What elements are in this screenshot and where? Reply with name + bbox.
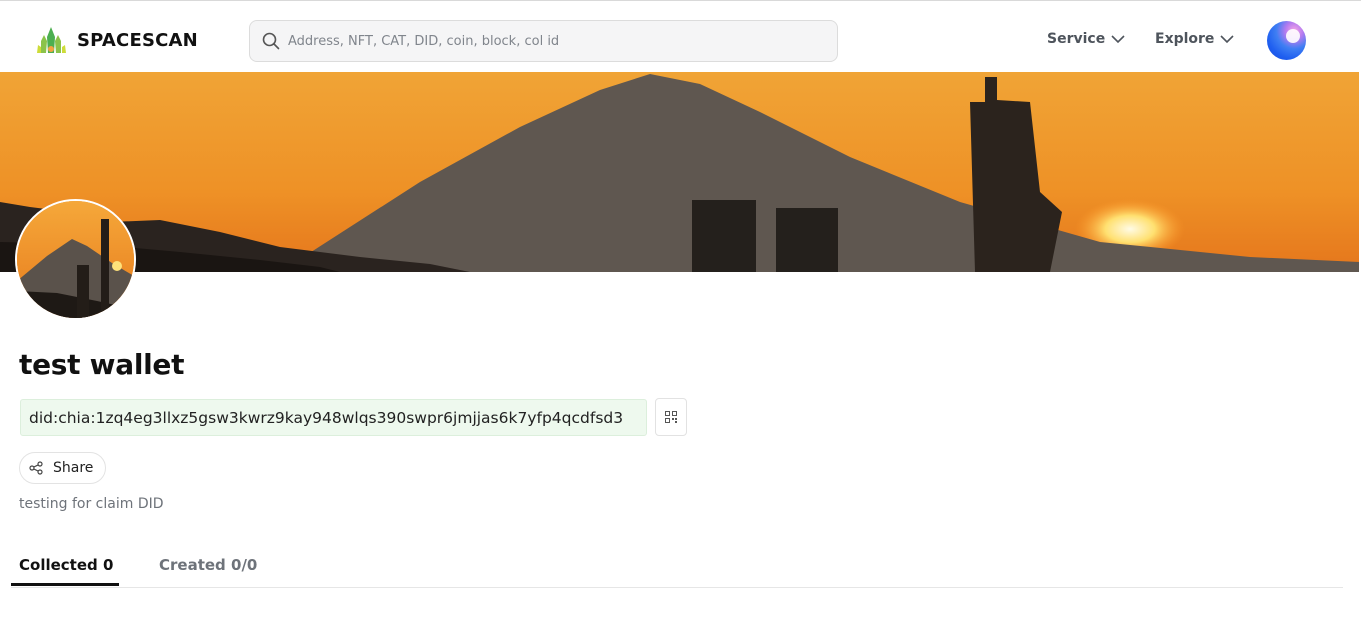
- site-header: SPACESCAN Service Explore: [0, 1, 1361, 72]
- nav-explore-label: Explore: [1155, 31, 1215, 47]
- did-value[interactable]: did:chia:1zq4eg3llxz5gsw3kwrz9kay948wlqs…: [20, 399, 647, 436]
- profile-avatar: [15, 199, 136, 320]
- search-input[interactable]: [288, 33, 818, 49]
- nav-explore[interactable]: Explore: [1155, 31, 1235, 47]
- share-icon: [29, 461, 43, 475]
- qr-code-icon: [665, 411, 677, 423]
- active-tab-indicator: [11, 583, 119, 586]
- share-button[interactable]: Share: [19, 452, 106, 484]
- chevron-down-icon: [1220, 35, 1235, 44]
- avatar-image: [17, 201, 134, 318]
- banner-image: [0, 72, 1359, 272]
- nav-service-label: Service: [1047, 31, 1106, 47]
- nav-service[interactable]: Service: [1047, 31, 1125, 47]
- profile-banner: [0, 72, 1359, 272]
- share-label: Share: [53, 460, 94, 476]
- qr-code-button[interactable]: [655, 398, 687, 436]
- profile-name: test wallet: [19, 348, 185, 381]
- logo-text: SPACESCAN: [77, 29, 198, 51]
- user-avatar[interactable]: [1267, 21, 1306, 60]
- search-icon: [262, 32, 280, 50]
- spacescan-logo-icon: [37, 27, 66, 53]
- content-area-top: [0, 612, 1361, 622]
- tab-created[interactable]: Created 0/0: [159, 556, 257, 574]
- profile-description: testing for claim DID: [19, 496, 164, 512]
- tab-collected[interactable]: Collected 0: [19, 556, 113, 574]
- site-logo[interactable]: SPACESCAN: [36, 25, 198, 55]
- chevron-down-icon: [1111, 35, 1125, 44]
- profile-tabs: Collected 0 Created 0/0: [11, 548, 1343, 588]
- search-bar[interactable]: [249, 20, 838, 62]
